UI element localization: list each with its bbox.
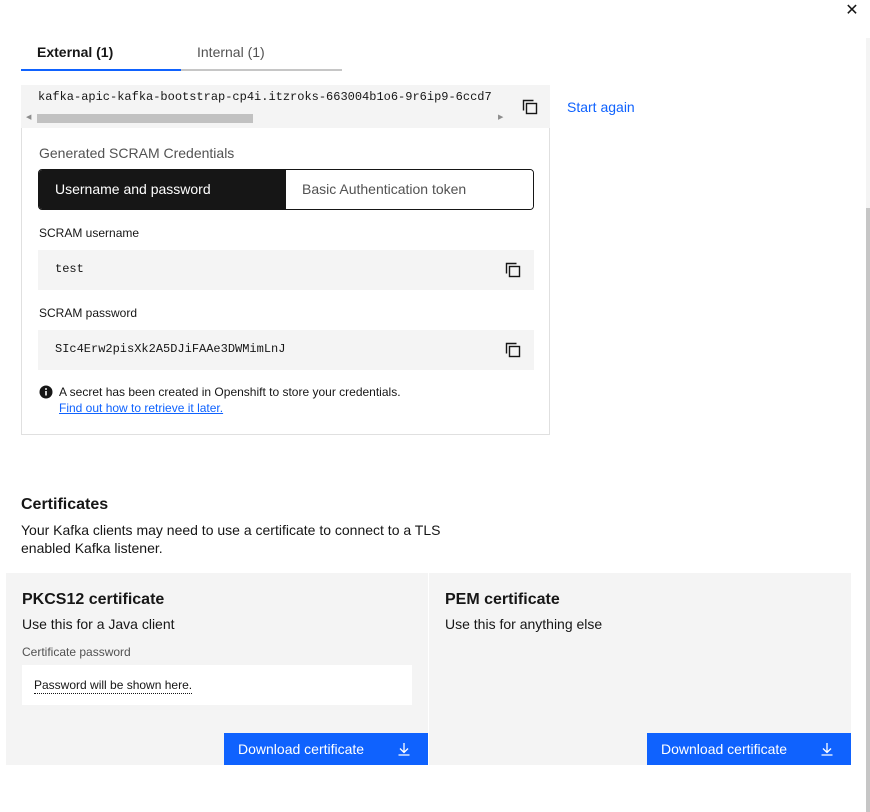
listener-tabs: External (1) Internal (1) bbox=[21, 37, 342, 71]
download-pem-button[interactable]: Download certificate bbox=[647, 733, 851, 765]
bootstrap-address: kafka-apic-kafka-bootstrap-cp4i.itzroks-… bbox=[38, 90, 492, 104]
horizontal-scrollbar-thumb[interactable] bbox=[37, 114, 253, 123]
certificate-password-field: Password will be shown here. bbox=[22, 665, 412, 705]
scram-credentials-card: Generated SCRAM Credentials Username and… bbox=[21, 128, 550, 435]
download-icon bbox=[398, 743, 410, 756]
password-label: SCRAM password bbox=[39, 306, 138, 320]
notice-text: A secret has been created in Openshift t… bbox=[59, 385, 401, 399]
credentials-switcher: Username and password Basic Authenticati… bbox=[38, 169, 534, 210]
pem-subtitle: Use this for anything else bbox=[445, 616, 603, 632]
pkcs12-subtitle: Use this for a Java client bbox=[22, 616, 175, 632]
password-field: SIc4Erw2pisXk2A5DJiFAAe3DWMimLnJ bbox=[38, 330, 534, 370]
certificate-password-label: Certificate password bbox=[22, 645, 131, 659]
pkcs12-certificate-tile: PKCS12 certificate Use this for a Java c… bbox=[6, 573, 428, 765]
credentials-title: Generated SCRAM Credentials bbox=[39, 145, 235, 161]
pkcs12-title: PKCS12 certificate bbox=[22, 591, 165, 608]
username-value: test bbox=[55, 262, 84, 276]
certificates-heading: Certificates bbox=[21, 496, 109, 513]
certificate-password-placeholder[interactable]: Password will be shown here. bbox=[34, 678, 193, 694]
pem-certificate-tile: PEM certificate Use this for anything el… bbox=[429, 573, 851, 765]
retrieve-credentials-link[interactable]: Find out how to retrieve it later. bbox=[59, 401, 223, 415]
scroll-right-icon[interactable]: ▶ bbox=[498, 112, 503, 124]
start-again-link[interactable]: Start again bbox=[567, 99, 635, 115]
close-button[interactable]: ✕ bbox=[843, 2, 861, 20]
bootstrap-endpoint: kafka-apic-kafka-bootstrap-cp4i.itzroks-… bbox=[21, 85, 550, 128]
download-icon bbox=[821, 743, 833, 756]
password-value: SIc4Erw2pisXk2A5DJiFAAe3DWMimLnJ bbox=[55, 342, 286, 356]
vertical-scrollbar[interactable] bbox=[866, 38, 870, 812]
switch-basic-auth-token[interactable]: Basic Authentication token bbox=[286, 170, 533, 209]
copy-icon[interactable] bbox=[504, 261, 522, 279]
info-icon bbox=[39, 385, 53, 399]
copy-icon[interactable] bbox=[521, 98, 539, 116]
tab-external[interactable]: External (1) bbox=[21, 37, 181, 71]
pem-title: PEM certificate bbox=[445, 591, 560, 608]
horizontal-scrollbar[interactable]: ◀ ▶ bbox=[25, 112, 507, 124]
vertical-scrollbar-thumb[interactable] bbox=[866, 208, 870, 812]
copy-icon[interactable] bbox=[504, 341, 522, 359]
download-pkcs12-button[interactable]: Download certificate bbox=[224, 733, 428, 765]
scroll-left-icon[interactable]: ◀ bbox=[26, 112, 31, 124]
username-label: SCRAM username bbox=[39, 226, 140, 240]
tab-internal[interactable]: Internal (1) bbox=[181, 37, 341, 69]
username-field: test bbox=[38, 250, 534, 290]
certificates-description: Your Kafka clients may need to use a cer… bbox=[21, 522, 441, 556]
switch-username-password[interactable]: Username and password bbox=[39, 170, 286, 209]
download-label: Download certificate bbox=[238, 741, 365, 757]
close-icon[interactable]: ✕ bbox=[845, 2, 858, 19]
download-label: Download certificate bbox=[661, 741, 788, 757]
